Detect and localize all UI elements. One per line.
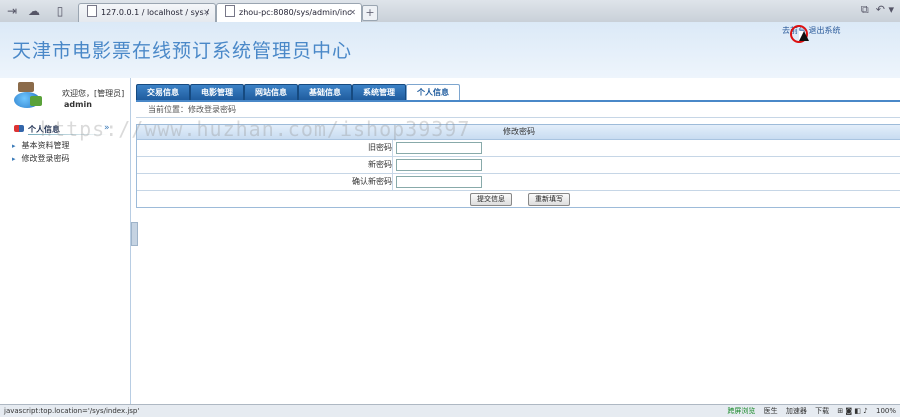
restore-icon[interactable]: ⧉ bbox=[861, 3, 869, 16]
download-button[interactable]: 下载 bbox=[815, 407, 829, 415]
cloud-icon[interactable]: ☁ bbox=[26, 3, 42, 19]
accelerator-button[interactable]: 加速器 bbox=[786, 407, 807, 415]
user-info: 欢迎您，[管理员] admin bbox=[8, 78, 132, 114]
cross-screen-button[interactable]: 跨屏浏览 bbox=[727, 407, 755, 415]
old-password-input[interactable] bbox=[396, 142, 482, 154]
form-row-confirm-password: 确认新密码 bbox=[137, 174, 900, 191]
tab-system[interactable]: 系统管理 bbox=[352, 84, 406, 101]
avatar bbox=[14, 82, 42, 110]
site-header: 天津市电影票在线预订系统管理员中心 去前台 退出系统 bbox=[0, 22, 900, 78]
back-arrow-icon[interactable]: ↶ bbox=[876, 3, 885, 16]
browser-tab-2[interactable]: zhou-pc:8080/sys/admin/inc ✕ bbox=[216, 3, 362, 23]
breadcrumb: 当前位置：修改登录密码 bbox=[136, 102, 900, 118]
logout-link[interactable]: 退出系统 bbox=[809, 26, 841, 35]
forward-icon[interactable]: ⇥ bbox=[4, 3, 20, 19]
status-url: javascript:top.location='/sys/index.jsp' bbox=[4, 407, 140, 415]
tab-transactions[interactable]: 交易信息 bbox=[136, 84, 190, 101]
submit-button[interactable]: 提交信息 bbox=[470, 193, 512, 206]
doctor-button[interactable]: 医生 bbox=[764, 407, 778, 415]
browser-tab-title: 127.0.0.1 / localhost / sys / bbox=[101, 8, 209, 17]
close-icon[interactable]: ✕ bbox=[349, 4, 356, 22]
zoom-level[interactable]: 100% bbox=[876, 407, 896, 415]
tab-movies[interactable]: 电影管理 bbox=[190, 84, 244, 101]
watermark: https://www.huzhan.com/ishop39397 bbox=[40, 117, 471, 141]
reset-button[interactable]: 重新填写 bbox=[528, 193, 570, 206]
form-buttons: 提交信息 重新填写 bbox=[137, 191, 900, 207]
username: admin bbox=[64, 100, 92, 109]
old-password-label: 旧密码 bbox=[137, 140, 393, 156]
page-icon bbox=[87, 5, 97, 17]
tab-personal[interactable]: 个人信息 bbox=[406, 84, 460, 101]
form-row-new-password: 新密码 bbox=[137, 157, 900, 174]
tab-basic-info[interactable]: 基础信息 bbox=[298, 84, 352, 101]
status-tools: 跨屏浏览 医生 加速器 下载 ⊞ ◙ ◧ ♪ 100% bbox=[721, 405, 896, 417]
window-controls: ⧉ ↶ ▾ bbox=[861, 3, 894, 17]
close-icon[interactable]: ✕ bbox=[203, 4, 210, 22]
site-title: 天津市电影票在线预订系统管理员中心 bbox=[12, 40, 353, 62]
browser-tab-title: zhou-pc:8080/sys/admin/inc bbox=[239, 8, 352, 17]
new-tab-button[interactable]: + bbox=[362, 5, 378, 21]
sidebar-item-change-password[interactable]: 修改登录密码 bbox=[12, 153, 70, 164]
form-row-old-password: 旧密码 bbox=[137, 140, 900, 157]
section-icon bbox=[14, 125, 24, 132]
browser-tab-1[interactable]: 127.0.0.1 / localhost / sys / ✕ bbox=[78, 3, 216, 23]
chevron-down-icon[interactable]: ▾ bbox=[888, 3, 894, 16]
mouse-cursor-icon bbox=[790, 25, 809, 43]
page: 天津市电影票在线预订系统管理员中心 去前台 退出系统 欢迎您，[管理员] adm… bbox=[0, 22, 900, 404]
new-password-input[interactable] bbox=[396, 159, 482, 171]
new-password-label: 新密码 bbox=[137, 157, 393, 173]
welcome-text: 欢迎您，[管理员] bbox=[62, 89, 125, 98]
confirm-password-input[interactable] bbox=[396, 176, 482, 188]
status-bar: javascript:top.location='/sys/index.jsp'… bbox=[0, 404, 900, 417]
sidebar-item-profile[interactable]: 基本资料管理 bbox=[12, 140, 70, 151]
misc-icons[interactable]: ⊞ ◙ ◧ ♪ bbox=[837, 407, 867, 415]
browser-toolbar: ⇥ ☁ ▯ 127.0.0.1 / localhost / sys / ✕ zh… bbox=[0, 0, 900, 23]
trash-icon[interactable]: ▯ bbox=[52, 3, 68, 19]
confirm-password-label: 确认新密码 bbox=[137, 174, 393, 190]
page-icon bbox=[225, 5, 235, 17]
tab-site-info[interactable]: 网站信息 bbox=[244, 84, 298, 101]
